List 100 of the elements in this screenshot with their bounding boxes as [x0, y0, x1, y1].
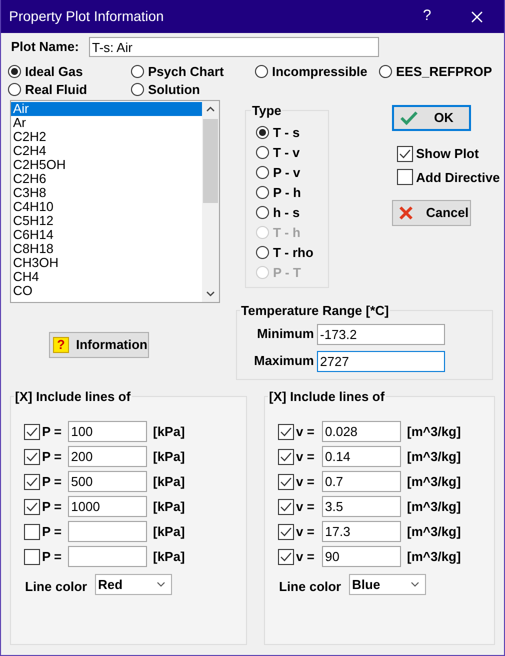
radio-button[interactable] — [8, 65, 21, 78]
line-value-field[interactable] — [68, 546, 147, 567]
line-label: v = — [296, 522, 316, 541]
radio-label[interactable]: h - s — [273, 202, 300, 222]
checkbox[interactable] — [24, 524, 40, 540]
radio-label[interactable]: Psych Chart — [148, 62, 224, 82]
unit-label: [kPa] — [153, 422, 185, 441]
checkbox[interactable] — [278, 548, 294, 564]
line-label: v = — [296, 422, 316, 441]
ok-button[interactable]: OK — [392, 105, 471, 131]
radio-label[interactable]: Real Fluid — [25, 80, 88, 100]
temperature-field[interactable]: 2727 — [317, 350, 445, 372]
substance-item[interactable]: CH3OH — [11, 256, 202, 270]
radio-label[interactable]: P - v — [273, 162, 300, 182]
checkbox[interactable] — [397, 146, 413, 162]
scroll-up-icon[interactable] — [206, 106, 215, 112]
line-value-field[interactable]: 0.028 — [322, 421, 401, 442]
cancel-button[interactable]: Cancel — [392, 200, 471, 226]
scrollbar[interactable] — [202, 101, 219, 302]
line-value-field[interactable]: 100 — [68, 421, 147, 442]
caret-icon — [411, 582, 419, 587]
line-color-label: Line color — [279, 578, 342, 596]
radio-button[interactable] — [256, 146, 269, 159]
radio-label[interactable]: T - v — [273, 142, 300, 162]
line-value-field[interactable]: 0.7 — [322, 471, 401, 492]
checkbox[interactable] — [397, 169, 413, 186]
unit-label: [m^3/kg] — [407, 548, 461, 566]
temperature-range-title: Temperature Range [*C] — [240, 302, 390, 320]
radio-button[interactable] — [255, 65, 268, 78]
checkbox[interactable] — [278, 498, 294, 514]
scrollbar-thumb[interactable] — [203, 119, 218, 203]
checkbox-label[interactable]: Show Plot — [416, 144, 479, 164]
radio-button[interactable] — [131, 83, 144, 96]
radio-button[interactable] — [256, 246, 269, 259]
substance-item[interactable]: C5H12 — [11, 214, 202, 228]
radio-button[interactable] — [256, 166, 269, 179]
line-label: P = — [42, 498, 63, 516]
line-value-field[interactable]: 90 — [322, 546, 401, 567]
checkbox-label[interactable]: Add Directive — [416, 168, 500, 187]
checkbox[interactable] — [24, 424, 40, 440]
unit-label: [kPa] — [153, 448, 185, 466]
substance-item[interactable]: CH4 — [11, 270, 202, 284]
line-value-field[interactable] — [68, 521, 147, 542]
line-value-field[interactable]: 1000 — [68, 496, 147, 517]
substance-item[interactable]: CO — [11, 284, 202, 298]
checkbox[interactable] — [24, 498, 40, 514]
substance-item[interactable]: Air — [11, 102, 202, 116]
line-value-field[interactable]: 17.3 — [322, 521, 401, 542]
unit-label: [m^3/kg] — [407, 422, 461, 441]
substance-item[interactable]: Ar — [11, 116, 202, 130]
radio-button[interactable] — [131, 65, 144, 78]
radio-label[interactable]: P - h — [273, 182, 301, 202]
line-color-dropdown[interactable]: Red — [95, 574, 172, 595]
unit-label: [kPa] — [153, 548, 185, 566]
unit-label: [m^3/kg] — [407, 522, 461, 541]
radio-button[interactable] — [8, 83, 21, 96]
temperature-field[interactable]: -173.2 — [317, 324, 445, 344]
substance-item[interactable]: C4H10 — [11, 200, 202, 214]
plot-name-field[interactable]: T-s: Air — [89, 37, 379, 57]
line-color-label: Line color — [25, 578, 88, 596]
radio-label[interactable]: T - s — [273, 122, 300, 142]
substance-item[interactable]: C3H8 — [11, 186, 202, 200]
radio-button[interactable] — [256, 206, 269, 219]
radio-label[interactable]: Solution — [148, 80, 200, 100]
radio-label[interactable]: Ideal Gas — [25, 62, 83, 82]
line-value-field[interactable]: 3.5 — [322, 496, 401, 517]
line-label: v = — [296, 498, 316, 516]
substance-item[interactable]: C2H5OH — [11, 158, 202, 172]
line-color-dropdown[interactable]: Blue — [349, 574, 426, 595]
scroll-down-icon[interactable] — [206, 291, 215, 297]
radio-label[interactable]: T - rho — [273, 242, 314, 262]
substance-item[interactable]: C8H18 — [11, 242, 202, 256]
radio-button[interactable] — [379, 65, 392, 78]
line-label: P = — [42, 448, 63, 466]
checkbox[interactable] — [24, 548, 40, 564]
substance-item[interactable]: C2H6 — [11, 172, 202, 186]
unit-label: [m^3/kg] — [407, 448, 461, 466]
help-icon: ? — [53, 337, 69, 353]
radio-label[interactable]: EES_REFPROP — [396, 62, 492, 82]
checkbox[interactable] — [24, 448, 40, 464]
checkbox[interactable] — [278, 448, 294, 464]
line-value-field[interactable]: 200 — [68, 446, 147, 467]
checkbox[interactable] — [278, 524, 294, 540]
line-value-field[interactable]: 0.14 — [322, 446, 401, 467]
close-icon — [471, 10, 483, 22]
checkbox[interactable] — [24, 474, 40, 490]
radio-button[interactable] — [256, 126, 269, 139]
substance-list[interactable]: Air Ar C2H2 C2H4 C2H5OH C2H6 C3H8 C4H10 C5H12 C6H14 C8H18 CH3OH CH4 CO — [10, 100, 220, 303]
information-button[interactable]: ? Information — [49, 332, 149, 358]
unit-label: [kPa] — [153, 498, 185, 516]
line-label: P = — [42, 472, 63, 491]
checkbox[interactable] — [278, 474, 294, 490]
radio-label[interactable]: Incompressible — [272, 62, 368, 82]
checkbox[interactable] — [278, 424, 294, 440]
substance-item[interactable]: C2H4 — [11, 144, 202, 158]
radio-button[interactable] — [256, 186, 269, 199]
substance-item[interactable]: C6H14 — [11, 228, 202, 242]
substance-item[interactable]: C2H2 — [11, 130, 202, 144]
help-button[interactable]: ? — [412, 2, 442, 32]
line-value-field[interactable]: 500 — [68, 471, 147, 492]
